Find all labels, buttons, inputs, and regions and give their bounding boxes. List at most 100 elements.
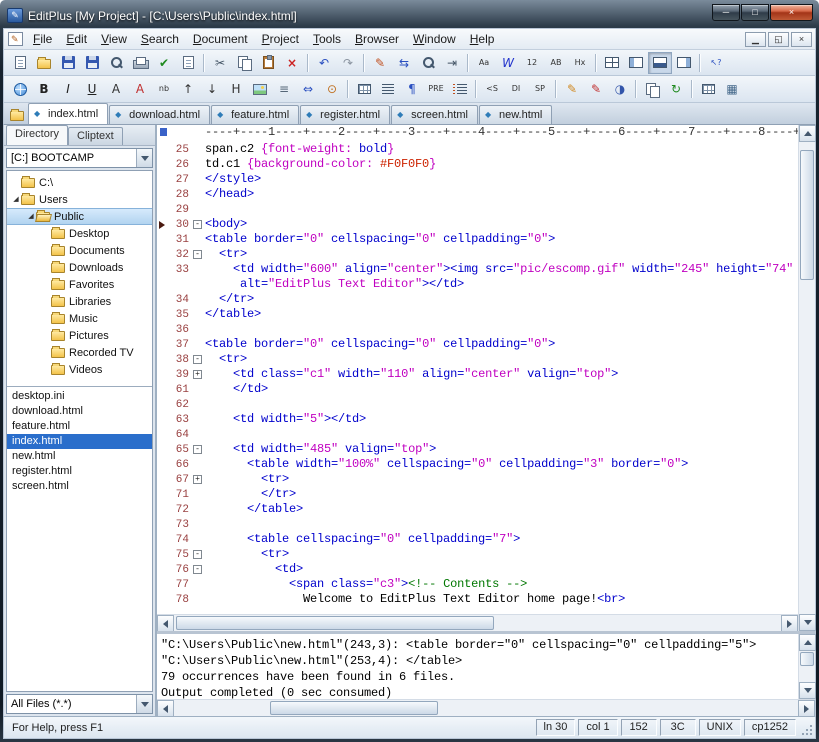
code-line[interactable]: 61 </td> [157, 382, 798, 397]
tree-item-c[interactable]: C:\ [7, 174, 152, 191]
strike-tag[interactable]: <S [480, 78, 504, 100]
menu-project[interactable]: Project [255, 29, 306, 49]
new-document[interactable] [8, 52, 32, 74]
file-desktop-ini[interactable]: desktop.ini [7, 389, 152, 404]
project-folder-button[interactable] [6, 104, 28, 124]
tree-item-desktop[interactable]: Desktop [7, 225, 152, 242]
undo[interactable]: ↶ [312, 52, 336, 74]
anchor[interactable]: ⊙ [320, 78, 344, 100]
insert-image[interactable] [248, 78, 272, 100]
tab-download-html[interactable]: download.html [109, 105, 210, 124]
code-line[interactable]: 34 </tr> [157, 292, 798, 307]
fold-collapse-icon[interactable]: - [193, 445, 202, 454]
scroll-right-button[interactable] [798, 700, 815, 717]
hex-viewer[interactable]: Hx [568, 52, 592, 74]
scrollbar-thumb[interactable] [176, 616, 494, 630]
color-pen[interactable]: ✎ [584, 78, 608, 100]
code-line[interactable]: 78 Welcome to EditPlus Text Editor home … [157, 592, 798, 607]
heading[interactable]: H [224, 78, 248, 100]
code-line[interactable]: 77 <span class="c3"><!-- Contents --> [157, 577, 798, 592]
code-line[interactable]: 32- <tr> [157, 247, 798, 262]
code-line[interactable]: 25span.c2 {font-weight: bold} [157, 142, 798, 157]
code-line[interactable]: 72 </table> [157, 502, 798, 517]
code-line[interactable]: 33 <td width="600" align="center"><img s… [157, 262, 798, 277]
toggle-marker[interactable]: ✎ [368, 52, 392, 74]
menu-document[interactable]: Document [186, 29, 255, 49]
expander-icon[interactable]: ◢ [11, 195, 21, 205]
menu-edit[interactable]: Edit [59, 29, 94, 49]
underline[interactable]: U [80, 78, 104, 100]
scroll-left-button[interactable] [157, 615, 174, 632]
superscript[interactable]: ↑ [176, 78, 200, 100]
save[interactable] [56, 52, 80, 74]
sidebar-tab-cliptext[interactable]: Cliptext [68, 127, 123, 145]
code-line[interactable]: alt="EditPlus Text Editor"></td> [157, 277, 798, 292]
copy-html[interactable] [640, 78, 664, 100]
menu-window[interactable]: Window [406, 29, 463, 49]
scrollbar-track[interactable] [174, 700, 798, 716]
numbered-list[interactable] [448, 78, 472, 100]
replace[interactable]: ⇆ [392, 52, 416, 74]
code-line[interactable]: 26td.c1 {background-color: #F0F0F0} [157, 157, 798, 172]
code-line[interactable]: 36 [157, 322, 798, 337]
italic[interactable]: I [56, 78, 80, 100]
code-line[interactable]: 75- <tr> [157, 547, 798, 562]
tab-screen-html[interactable]: screen.html [391, 105, 478, 124]
more-tools[interactable]: ▦ [720, 78, 744, 100]
scrollbar-track[interactable] [174, 615, 781, 631]
context-help[interactable]: ↖? [704, 52, 728, 74]
indent[interactable]: ⇥ [440, 52, 464, 74]
tab-feature-html[interactable]: feature.html [211, 105, 299, 124]
code-line[interactable]: 29 [157, 202, 798, 217]
scrollbar-track[interactable] [799, 142, 815, 614]
tab-register-html[interactable]: register.html [300, 105, 390, 124]
menu-file[interactable]: File [26, 29, 59, 49]
scroll-down-button[interactable] [799, 614, 816, 631]
menu-help[interactable]: Help [463, 29, 502, 49]
code-line[interactable]: 39+ <td class="c1" width="110" align="ce… [157, 367, 798, 382]
document-system-icon[interactable] [8, 32, 23, 46]
file-download-html[interactable]: download.html [7, 404, 152, 419]
menu-browser[interactable]: Browser [348, 29, 406, 49]
cut[interactable]: ✂ [208, 52, 232, 74]
print-preview[interactable] [104, 52, 128, 74]
code-line[interactable]: 65- <td width="485" valign="top"> [157, 442, 798, 457]
font[interactable]: A [104, 78, 128, 100]
drive-selector[interactable]: [C:] BOOTCAMP [6, 148, 153, 168]
minimize-button[interactable]: ─ [712, 4, 740, 21]
tree-item-users[interactable]: ◢Users [7, 191, 152, 208]
code-line[interactable]: 67+ <tr> [157, 472, 798, 487]
code-line[interactable]: 28</head> [157, 187, 798, 202]
scroll-up-button[interactable] [799, 125, 816, 142]
print[interactable] [128, 52, 152, 74]
output-vertical-scrollbar[interactable] [798, 634, 815, 699]
tree-item-public[interactable]: ◢Public [7, 208, 152, 225]
line-numbers[interactable]: 12 [520, 52, 544, 74]
tree-item-pictures[interactable]: Pictures [7, 327, 152, 344]
code-line[interactable]: 73 [157, 517, 798, 532]
fold-collapse-icon[interactable]: - [193, 355, 202, 364]
tree-item-recorded-tv[interactable]: Recorded TV [7, 344, 152, 361]
tree-item-music[interactable]: Music [7, 310, 152, 327]
scroll-up-button[interactable] [799, 634, 816, 651]
file-feature-html[interactable]: feature.html [7, 419, 152, 434]
div-tag[interactable]: DI [504, 78, 528, 100]
font-color[interactable]: A [128, 78, 152, 100]
code-line[interactable]: 27</style> [157, 172, 798, 187]
browser-preview[interactable] [8, 78, 32, 100]
delete[interactable]: × [280, 52, 304, 74]
fold-collapse-icon[interactable]: - [193, 565, 202, 574]
scrollbar-thumb[interactable] [270, 701, 438, 715]
file-register-html[interactable]: register.html [7, 464, 152, 479]
code-line[interactable]: 38- <tr> [157, 352, 798, 367]
scrollbar-thumb[interactable] [800, 150, 814, 280]
file-new-html[interactable]: new.html [7, 449, 152, 464]
fold-expand-icon[interactable]: + [193, 370, 202, 379]
align-text[interactable] [376, 78, 400, 100]
find-in-files[interactable] [416, 52, 440, 74]
code-line[interactable]: 71 </tr> [157, 487, 798, 502]
bold[interactable]: B [32, 78, 56, 100]
tab-index-html[interactable]: index.html [28, 103, 108, 124]
file-screen-html[interactable]: screen.html [7, 479, 152, 494]
output-text[interactable]: "C:\Users\Public\new.html"(243,3): <tabl… [157, 634, 798, 699]
